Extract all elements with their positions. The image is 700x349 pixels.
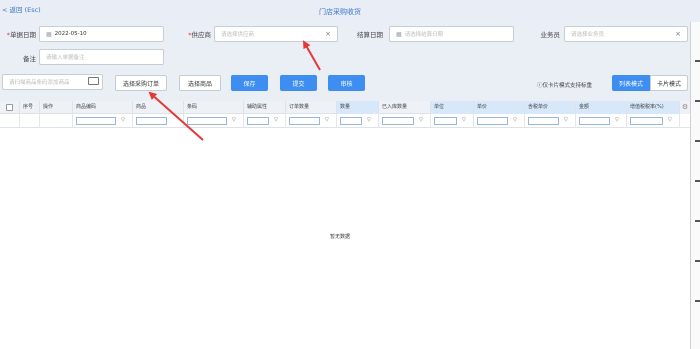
annotation-arrow-supplier (303, 40, 321, 71)
annotation-arrow-purchase-order (148, 91, 204, 141)
annotation-overlay (148, 40, 321, 141)
